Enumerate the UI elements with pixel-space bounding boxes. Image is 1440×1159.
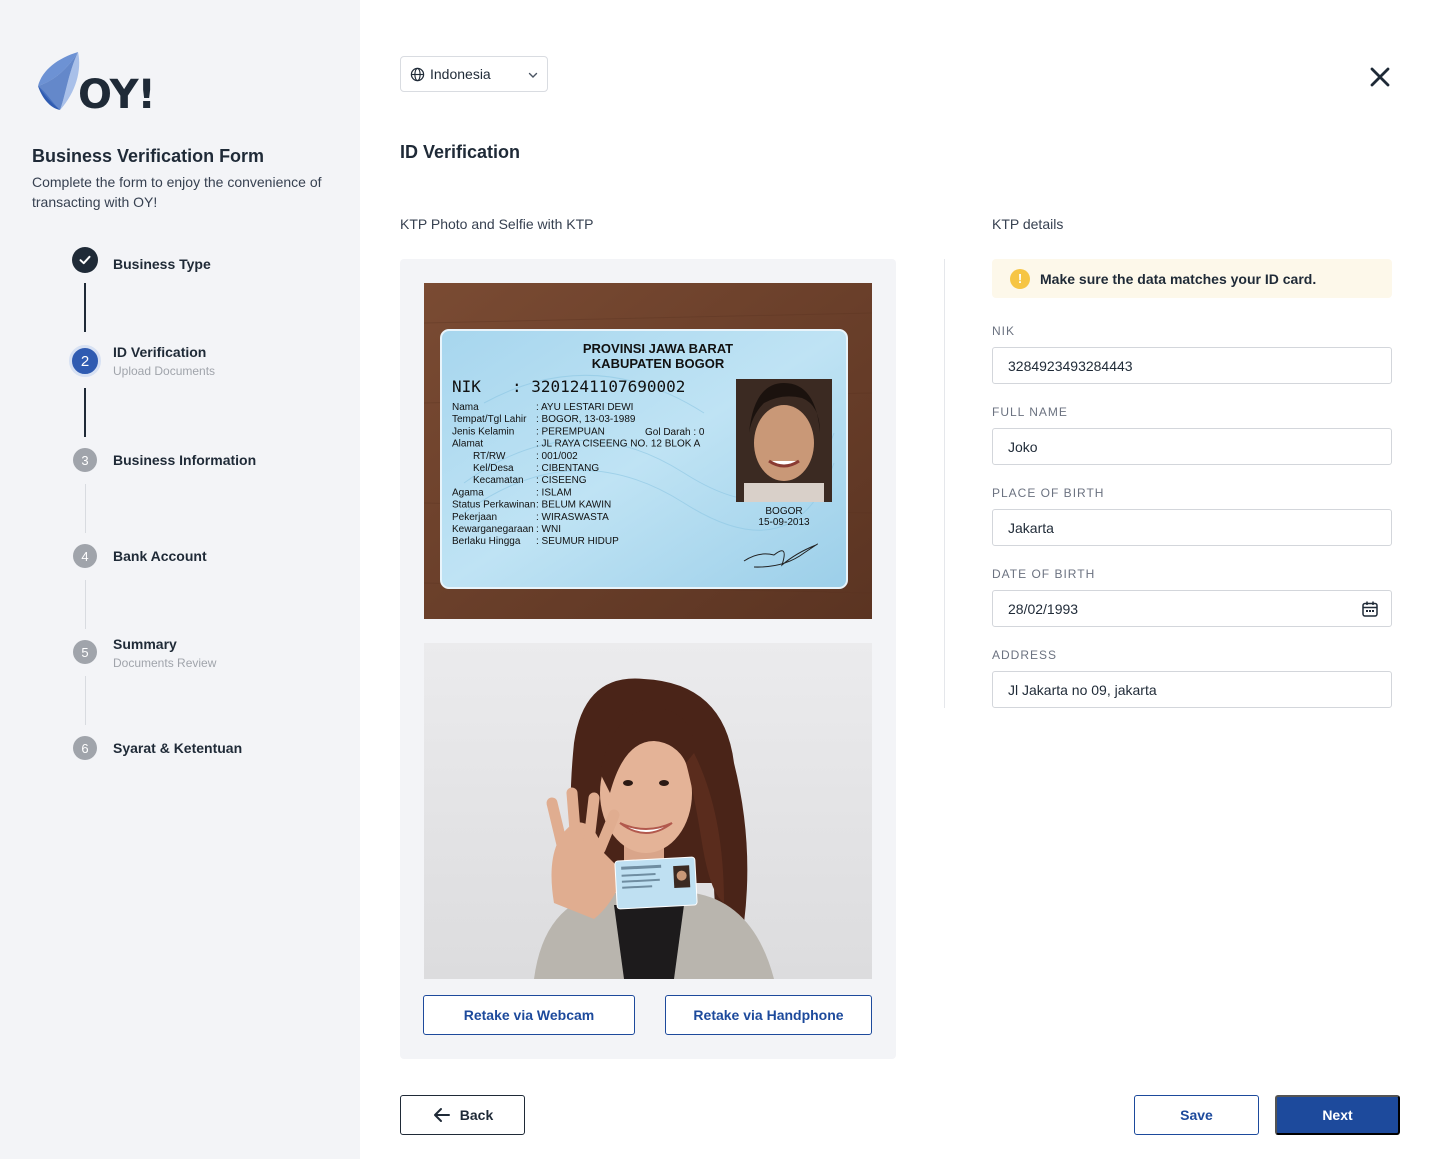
- step-label: Business Information: [113, 452, 257, 468]
- retake-handphone-button[interactable]: Retake via Handphone: [665, 995, 872, 1035]
- step-number: 6: [73, 736, 97, 760]
- back-button[interactable]: Back: [400, 1095, 525, 1135]
- date-of-birth-value: 28/02/1993: [1008, 600, 1079, 617]
- calendar-icon[interactable]: [1361, 600, 1379, 618]
- address-label: ADDRESS: [992, 648, 1058, 662]
- step-label: Summary: [113, 636, 177, 652]
- ktp-row-value: : 001/002: [536, 451, 578, 462]
- ktp-row-label: Tempat/Tgl Lahir: [452, 414, 527, 425]
- ktp-row-value: : PEREMPUAN: [536, 426, 605, 437]
- details-section-label: KTP details: [992, 216, 1064, 232]
- form-subtitle: Complete the form to enjoy the convenien…: [32, 174, 322, 210]
- step-number: 4: [73, 544, 97, 568]
- photos-section-label: KTP Photo and Selfie with KTP: [400, 216, 594, 232]
- ktp-row-label: Alamat: [452, 439, 483, 450]
- ktp-row-label: Status Perkawinan: [452, 500, 535, 511]
- check-icon: [72, 247, 98, 273]
- ktp-row-label: Jenis Kelamin: [452, 426, 514, 437]
- step-connector: [85, 484, 86, 533]
- form-title: Business Verification Form: [32, 146, 265, 166]
- warning-icon: !: [1010, 268, 1030, 289]
- ktp-blood-type: Gol Darah : 0: [645, 427, 705, 438]
- selfie-photo: [424, 643, 872, 979]
- ktp-row-value: : WIRASWASTA: [536, 512, 609, 523]
- alert-text: Make sure the data matches your ID card.: [1040, 270, 1317, 287]
- ktp-row-value: : SEUMUR HIDUP: [536, 536, 619, 547]
- step-number: 3: [73, 448, 97, 472]
- language-value: Indonesia: [430, 66, 491, 82]
- place-of-birth-field[interactable]: Jakarta: [992, 509, 1392, 546]
- ktp-row-label: Kewarganegaraan: [452, 524, 534, 535]
- nik-label: NIK: [992, 324, 1016, 338]
- step-connector: [84, 283, 86, 332]
- ktp-row-value: : JL RAYA CISEENG NO. 12 BLOK A: [536, 439, 701, 450]
- full-name-label: FULL NAME: [992, 405, 1068, 419]
- step-label: ID Verification: [113, 344, 207, 360]
- ktp-province: PROVINSI JAWA BARAT: [583, 341, 733, 356]
- retake-webcam-button[interactable]: Retake via Webcam: [423, 995, 635, 1035]
- ktp-row-label: Pekerjaan: [452, 512, 497, 523]
- step-label: Business Type: [113, 256, 211, 272]
- ktp-row-label: Kel/Desa: [473, 463, 514, 474]
- step-number: 2: [69, 345, 101, 377]
- ktp-row-value: : BELUM KAWIN: [536, 500, 611, 511]
- full-name-field[interactable]: Joko: [992, 428, 1392, 465]
- page-title: ID Verification: [400, 142, 521, 162]
- place-of-birth-value: Jakarta: [1008, 519, 1054, 536]
- ktp-row-value: : BOGOR, 13-03-1989: [536, 414, 636, 425]
- sidebar: OY! Business Verification Form Complete …: [0, 0, 360, 1159]
- globe-icon: [410, 67, 425, 81]
- step-sublabel: Upload Documents: [113, 364, 216, 378]
- alert-banner: ! Make sure the data matches your ID car…: [992, 259, 1392, 298]
- step-connector: [84, 388, 86, 437]
- step-number: 5: [73, 640, 97, 664]
- nik-value: 3284923493284443: [1008, 357, 1133, 374]
- ktp-row-value: : AYU LESTARI DEWI: [536, 402, 633, 413]
- step-label: Syarat & Ketentuan: [113, 740, 243, 756]
- back-label: Back: [459, 1107, 494, 1123]
- section-divider: [944, 259, 945, 708]
- ktp-nik-label: NIK: [452, 377, 481, 396]
- ktp-row-label: Agama: [452, 487, 484, 498]
- arrow-left-icon: [433, 1108, 450, 1122]
- ktp-issued-city: BOGOR: [765, 506, 802, 517]
- full-name-value: Joko: [1008, 438, 1038, 455]
- step-connector: [85, 580, 86, 629]
- ktp-photo: PROVINSI JAWA BARAT KABUPATEN BOGOR NIK …: [424, 283, 872, 619]
- address-value: Jl Jakarta no 09, jakarta: [1008, 681, 1157, 698]
- ktp-row-label: Berlaku Hingga: [452, 536, 521, 547]
- language-select[interactable]: Indonesia: [400, 56, 548, 92]
- ktp-row-label: RT/RW: [473, 451, 506, 462]
- ktp-row-value: : WNI: [536, 524, 561, 535]
- ktp-row-label: Kecamatan: [473, 475, 524, 486]
- ktp-row-label: Nama: [452, 402, 479, 413]
- ktp-row-value: : CISEENG: [536, 475, 587, 486]
- ktp-regency: KABUPATEN BOGOR: [592, 356, 725, 371]
- chevron-down-icon: [528, 72, 538, 78]
- next-button[interactable]: Next: [1275, 1095, 1400, 1135]
- nik-field[interactable]: 3284923493284443: [992, 347, 1392, 384]
- ktp-nik: : 3201241107690002: [512, 377, 685, 396]
- ktp-row-value: : ISLAM: [536, 487, 572, 498]
- step-connector: [85, 676, 86, 725]
- logo-text: OY!: [78, 72, 156, 118]
- date-of-birth-label: DATE OF BIRTH: [992, 567, 1096, 581]
- date-of-birth-field[interactable]: 28/02/1993: [992, 590, 1392, 627]
- step-label: Bank Account: [113, 548, 207, 564]
- ktp-issued-date: 15-09-2013: [758, 517, 810, 528]
- save-button[interactable]: Save: [1134, 1095, 1259, 1135]
- ktp-row-value: : CIBENTANG: [536, 463, 599, 474]
- close-icon[interactable]: [1367, 64, 1393, 90]
- step-sublabel: Documents Review: [113, 656, 217, 670]
- place-of-birth-label: PLACE OF BIRTH: [992, 486, 1105, 500]
- address-field[interactable]: Jl Jakarta no 09, jakarta: [992, 671, 1392, 708]
